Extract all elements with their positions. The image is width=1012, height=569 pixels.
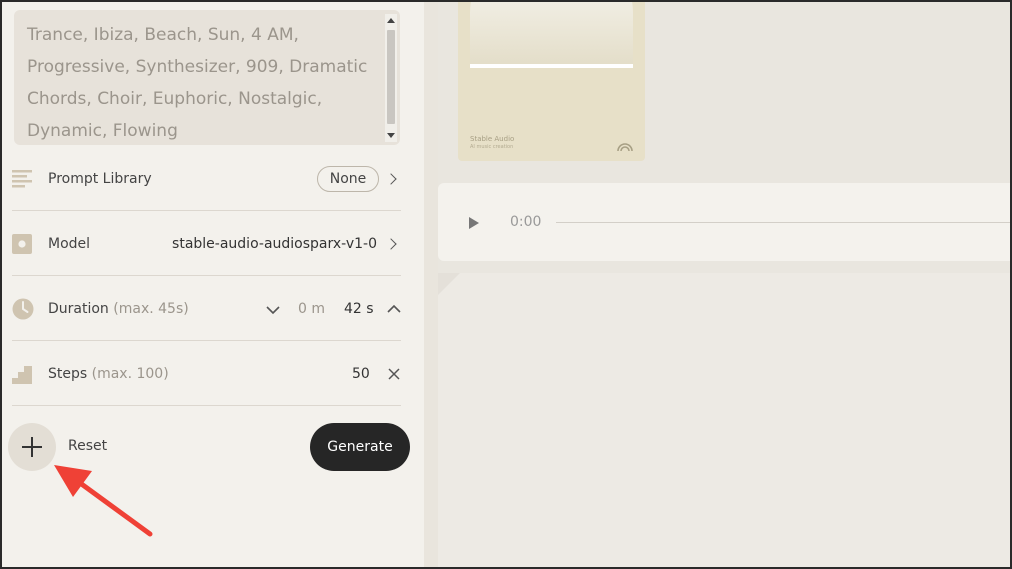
playback-time: 0:00 (510, 214, 542, 230)
prompt-textarea[interactable]: Trance, Ibiza, Beach, Sun, 4 AM, Progres… (14, 10, 400, 145)
generate-button[interactable]: Generate (310, 423, 410, 471)
model-value[interactable]: stable-audio-audiosparx-v1-0 (172, 236, 377, 252)
scroll-down-arrow-icon[interactable] (387, 133, 395, 138)
chevron-right-icon[interactable] (385, 238, 397, 250)
add-button[interactable] (8, 423, 56, 471)
list-lines-icon (12, 169, 32, 187)
scroll-thumb[interactable] (387, 30, 395, 124)
prompt-scrollbar[interactable] (385, 14, 397, 142)
album-cover[interactable]: Stable Audio AI music creation (458, 2, 645, 161)
steps-label: Steps (max. 100) (48, 365, 169, 382)
reset-button[interactable]: Reset (68, 438, 107, 454)
stable-audio-logo-icon (617, 143, 633, 151)
clock-icon (12, 298, 34, 319)
scroll-up-arrow-icon[interactable] (387, 18, 395, 23)
stairs-icon (12, 365, 32, 384)
chevron-up-icon[interactable] (387, 304, 401, 314)
steps-row: Steps (max. 100) 50 (12, 342, 401, 406)
square-dot-icon (12, 233, 32, 254)
progress-track[interactable] (556, 222, 1012, 223)
cover-dome-graphic (470, 2, 633, 67)
duration-row: Duration (max. 45s) 0 m 42 s (12, 277, 401, 341)
play-icon[interactable] (469, 217, 479, 229)
cover-title: Stable Audio (470, 135, 515, 143)
duration-label: Duration (max. 45s) (48, 300, 189, 317)
chevron-down-icon[interactable] (266, 305, 280, 315)
results-lower-panel (438, 273, 1012, 567)
close-icon[interactable] (388, 368, 400, 380)
cover-subtitle: AI music creation (470, 144, 514, 150)
audio-player: 0:00 (438, 183, 1012, 261)
panel-divider (424, 2, 438, 567)
duration-minutes[interactable]: 0 m (298, 301, 325, 317)
model-label: Model (48, 235, 91, 252)
prompt-library-row[interactable]: Prompt Library None (12, 147, 401, 211)
prompt-text[interactable]: Trance, Ibiza, Beach, Sun, 4 AM, Progres… (27, 19, 377, 145)
model-row[interactable]: Model stable-audio-audiosparx-v1-0 (12, 212, 401, 276)
prompt-library-value-pill[interactable]: None (317, 165, 379, 192)
prompt-library-label: Prompt Library (48, 170, 152, 187)
chevron-right-icon[interactable] (385, 173, 397, 185)
duration-seconds[interactable]: 42 s (344, 301, 374, 317)
steps-value[interactable]: 50 (352, 366, 370, 382)
cover-horizon-line (470, 64, 633, 68)
